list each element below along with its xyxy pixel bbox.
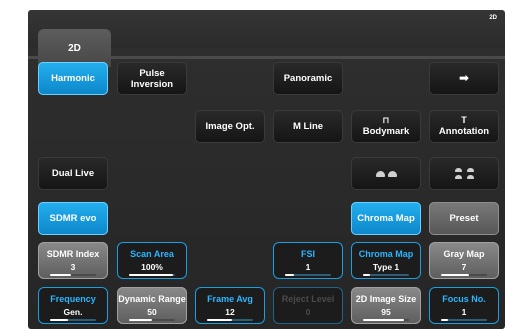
knob-title: Frequency: [50, 293, 96, 304]
knob-level-bar: [363, 274, 409, 276]
knob-level-bar: [129, 319, 175, 321]
knob-value: 0: [305, 306, 311, 317]
bodymark-quad-button[interactable]: [429, 157, 499, 190]
knob-title: Scan Area: [130, 248, 174, 259]
gray-map-knob[interactable]: Gray Map 7: [429, 242, 499, 279]
knob-title: Gray Map: [443, 248, 485, 259]
knob-title: Dynamic Range: [118, 293, 186, 304]
dual-live-button[interactable]: Dual Live: [38, 157, 108, 190]
annotation-label: Annotation: [438, 126, 490, 137]
knob-value: 7: [461, 261, 467, 272]
harmonic-button[interactable]: Harmonic: [38, 62, 108, 95]
frequency-knob[interactable]: Frequency Gen.: [38, 287, 108, 324]
knob-title: Frame Avg: [207, 293, 253, 304]
image-size-knob[interactable]: 2D Image Size 95: [351, 287, 421, 324]
image-opt-label: Image Opt.: [205, 121, 255, 132]
sdmr-evo-label: SDMR evo: [49, 213, 97, 224]
knob-level-bar: [50, 319, 96, 321]
preset-label: Preset: [449, 213, 479, 224]
bodymark-quad-icon: [454, 168, 474, 179]
knob-value: 1: [461, 306, 467, 317]
scan-area-knob[interactable]: Scan Area 100%: [117, 242, 187, 279]
dynamic-range-knob[interactable]: Dynamic Range 50: [117, 287, 187, 324]
control-panel-screen: 2D 2D Harmonic Pulse Inversion Panoramic…: [28, 10, 505, 329]
knob-title: 2D Image Size: [355, 293, 417, 304]
preset-button[interactable]: Preset: [429, 202, 499, 235]
next-page-button[interactable]: ➡: [429, 62, 499, 95]
knob-level-bar: [129, 274, 175, 276]
bodymark-label: Bodymark: [362, 126, 410, 137]
knob-level-bar: [50, 274, 96, 276]
knob-level-bar: [285, 274, 331, 276]
knob-value: Gen.: [63, 306, 83, 317]
m-line-label: M Line: [292, 121, 324, 132]
knob-title: SDMR Index: [46, 248, 100, 259]
harmonic-label: Harmonic: [51, 73, 95, 84]
bodymark-dual-button[interactable]: [351, 157, 421, 190]
knob-title: Reject Level: [281, 293, 335, 304]
frame-avg-knob[interactable]: Frame Avg 12: [195, 287, 265, 324]
knob-value: 3: [70, 261, 76, 272]
bodymark-icon: ⊓: [382, 115, 390, 125]
bodymark-button[interactable]: ⊓ Bodymark: [351, 110, 421, 143]
chroma-map-label: Chroma Map: [357, 213, 415, 224]
chroma-map-knob[interactable]: Chroma Map Type 1: [351, 242, 421, 279]
knob-value: 95: [381, 306, 391, 317]
panoramic-button[interactable]: Panoramic: [273, 62, 343, 95]
knob-value: 12: [225, 306, 235, 317]
mode-indicator: 2D: [489, 15, 497, 21]
knob-level-bar: [441, 274, 487, 276]
knob-level-bar: [441, 319, 487, 321]
pulse-inversion-label-2: Inversion: [130, 78, 174, 90]
focus-no-knob[interactable]: Focus No. 1: [429, 287, 499, 324]
knob-value: 100%: [141, 261, 163, 272]
knob-title: Chroma Map: [358, 248, 414, 259]
arrow-right-icon: ➡: [458, 71, 470, 85]
knob-title: FSI: [300, 248, 315, 259]
sdmr-evo-button[interactable]: SDMR evo: [38, 202, 108, 235]
bodymark-dual-icon: [375, 170, 397, 177]
pulse-inversion-button[interactable]: Pulse Inversion: [117, 62, 187, 95]
knob-value: Type 1: [372, 261, 400, 272]
panoramic-label: Panoramic: [283, 73, 333, 84]
knob-level-bar: [363, 319, 409, 321]
m-line-button[interactable]: M Line: [273, 110, 343, 143]
reject-level-knob: Reject Level 0: [273, 287, 343, 324]
pulse-inversion-label-1: Pulse: [139, 67, 165, 79]
annotation-icon: T: [461, 115, 467, 125]
chroma-map-button[interactable]: Chroma Map: [351, 202, 421, 235]
knob-level-bar: [207, 319, 253, 321]
fsi-knob[interactable]: FSI 1: [273, 242, 343, 279]
image-opt-button[interactable]: Image Opt.: [195, 110, 265, 143]
knob-value: 1: [305, 261, 311, 272]
dual-live-label: Dual Live: [51, 168, 95, 179]
knob-value: 50: [147, 306, 157, 317]
sdmr-index-knob[interactable]: SDMR Index 3: [38, 242, 108, 279]
knob-title: Focus No.: [442, 293, 486, 304]
annotation-button[interactable]: T Annotation: [429, 110, 499, 143]
